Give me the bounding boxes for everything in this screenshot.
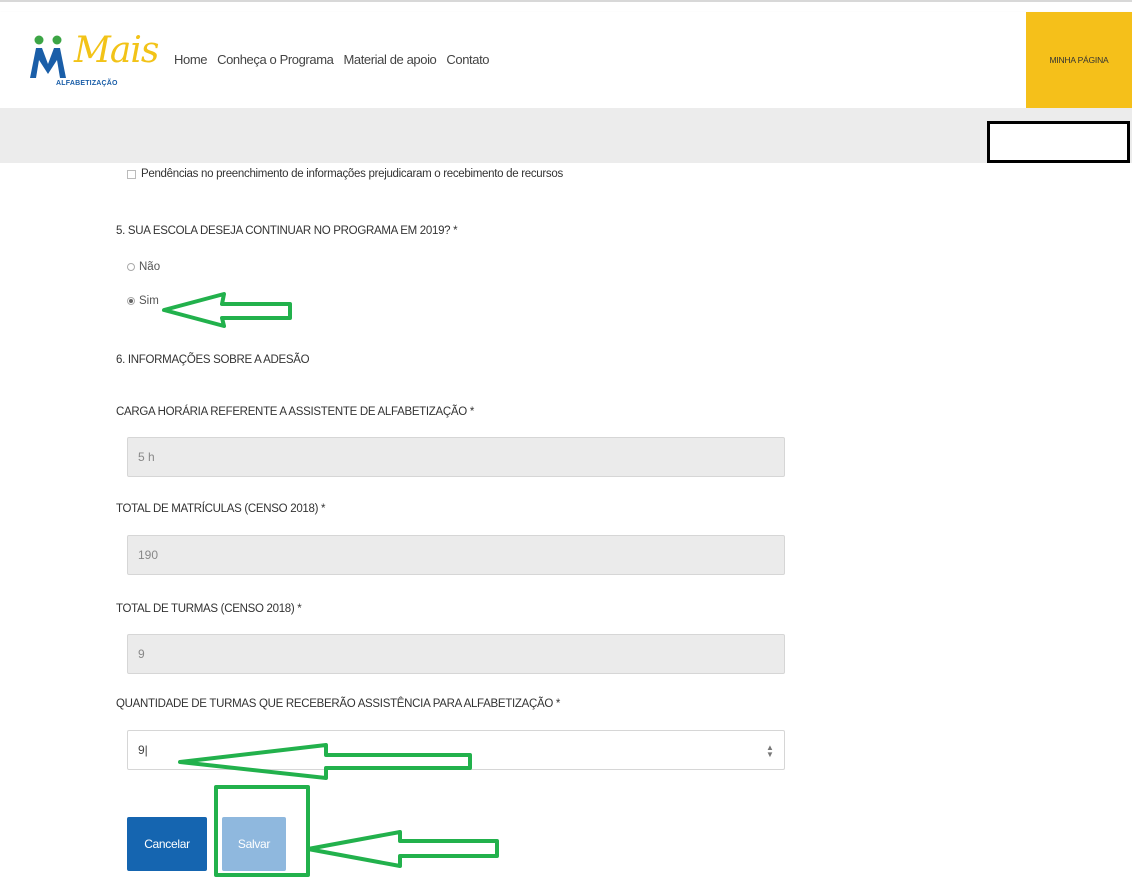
radio-sim-row[interactable]: Sim: [127, 295, 159, 307]
radio-nao[interactable]: [127, 263, 135, 271]
radio-nao-row[interactable]: Não: [127, 261, 160, 273]
radio-nao-label: Não: [139, 261, 161, 273]
section-6-title: 6. INFORMAÇÕES SOBRE A ADESÃO: [116, 354, 310, 366]
carga-horaria-field: 5 h: [127, 437, 785, 477]
quantidade-turmas-label: QUANTIDADE DE TURMAS QUE RECEBERÃO ASSIS…: [116, 698, 561, 710]
carga-horaria-value: 5 h: [138, 450, 155, 464]
total-turmas-label: TOTAL DE TURMAS (CENSO 2018) *: [116, 603, 302, 615]
total-matriculas-value: 190: [138, 548, 159, 562]
quantidade-turmas-input[interactable]: 9| ▲ ▼: [127, 730, 785, 770]
cancel-button[interactable]: Cancelar: [127, 817, 207, 871]
total-matriculas-field: 190: [127, 535, 785, 575]
total-turmas-field: 9: [127, 634, 785, 674]
radio-sim[interactable]: [127, 297, 135, 305]
pendencias-checkbox-row[interactable]: Pendências no preenchimento de informaçõ…: [127, 168, 563, 180]
adesao-form: Pendências no preenchimento de informaçõ…: [0, 0, 1132, 877]
total-turmas-value: 9: [138, 647, 145, 661]
quantidade-turmas-value: 9|: [138, 743, 148, 757]
radio-sim-label: Sim: [139, 295, 159, 307]
number-stepper-icon[interactable]: ▲ ▼: [766, 744, 774, 759]
pendencias-label: Pendências no preenchimento de informaçõ…: [141, 168, 563, 180]
question-5-title: 5. SUA ESCOLA DESEJA CONTINUAR NO PROGRA…: [116, 225, 458, 237]
save-button[interactable]: Salvar: [222, 817, 286, 871]
pendencias-checkbox[interactable]: [127, 169, 136, 179]
carga-horaria-label: CARGA HORÁRIA REFERENTE A ASSISTENTE DE …: [116, 406, 474, 418]
total-matriculas-label: TOTAL DE MATRÍCULAS (CENSO 2018) *: [116, 503, 326, 515]
